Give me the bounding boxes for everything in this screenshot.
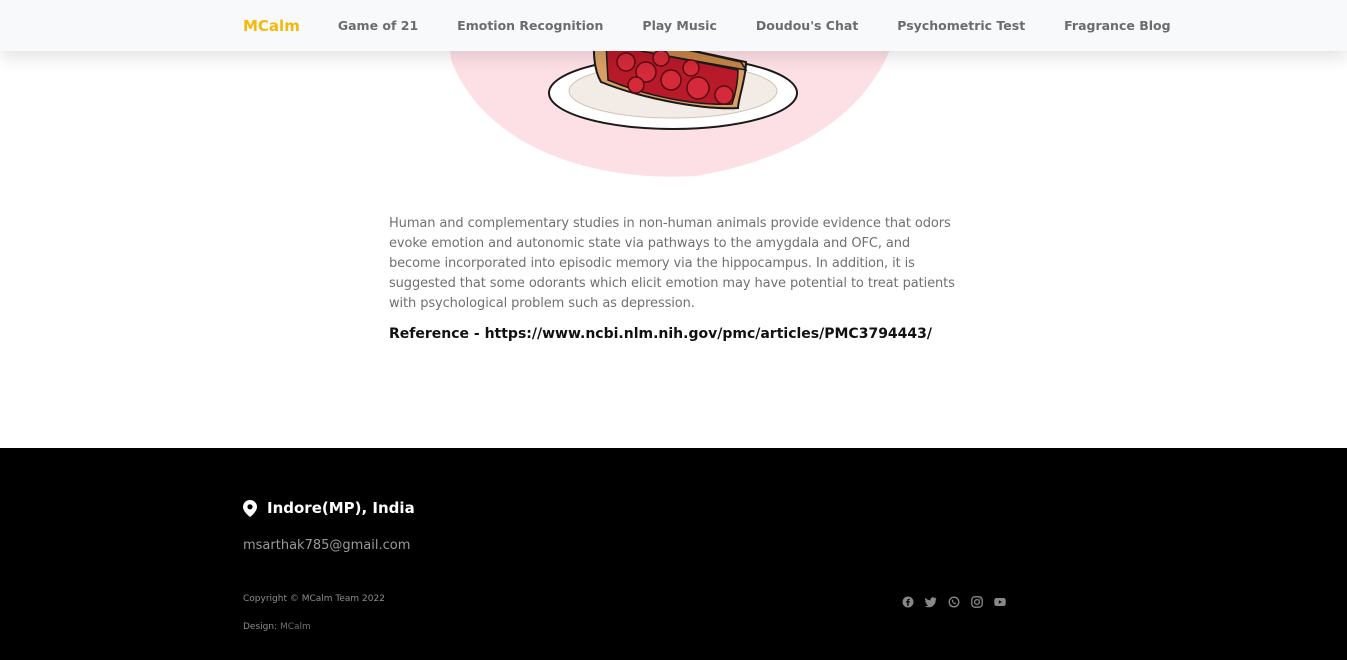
reference-link[interactable]: Reference - https://www.ncbi.nlm.nih.gov… — [389, 326, 955, 342]
instagram-icon[interactable] — [971, 596, 983, 608]
twitter-icon[interactable] — [925, 596, 937, 608]
article-content: Human and complementary studies in non-h… — [389, 214, 955, 342]
footer-location: Indore(MP), India — [243, 499, 415, 517]
navbar: MCalm Game of 21 Emotion Recognition Pla… — [0, 0, 1347, 51]
location-text: Indore(MP), India — [267, 499, 415, 517]
map-pin-icon — [243, 499, 257, 517]
design-brand-link[interactable]: MCalm — [280, 622, 311, 632]
copyright-text: Copyright © MCalm Team 2022 — [243, 594, 385, 604]
design-credit: Design: MCalm — [243, 622, 311, 632]
email-link[interactable]: msarthak785@gmail.com — [243, 538, 410, 553]
whatsapp-icon[interactable] — [948, 596, 960, 608]
design-label: Design: — [243, 622, 278, 632]
nav-link-play-music[interactable]: Play Music — [642, 18, 716, 33]
nav-link-psychometric-test[interactable]: Psychometric Test — [897, 18, 1025, 33]
facebook-icon[interactable] — [902, 596, 914, 608]
brand-logo[interactable]: MCalm — [243, 17, 300, 35]
nav-link-fragrance-blog[interactable]: Fragrance Blog — [1064, 18, 1170, 33]
nav-inner: MCalm Game of 21 Emotion Recognition Pla… — [243, 0, 1210, 51]
youtube-icon[interactable] — [994, 596, 1006, 608]
nav-link-game-of-21[interactable]: Game of 21 — [338, 18, 418, 33]
article-paragraph: Human and complementary studies in non-h… — [389, 216, 955, 311]
footer: Indore(MP), India msarthak785@gmail.com … — [0, 448, 1347, 660]
nav-link-emotion-recognition[interactable]: Emotion Recognition — [457, 18, 603, 33]
social-links — [902, 596, 1006, 608]
nav-link-doudous-chat[interactable]: Doudou's Chat — [756, 18, 858, 33]
